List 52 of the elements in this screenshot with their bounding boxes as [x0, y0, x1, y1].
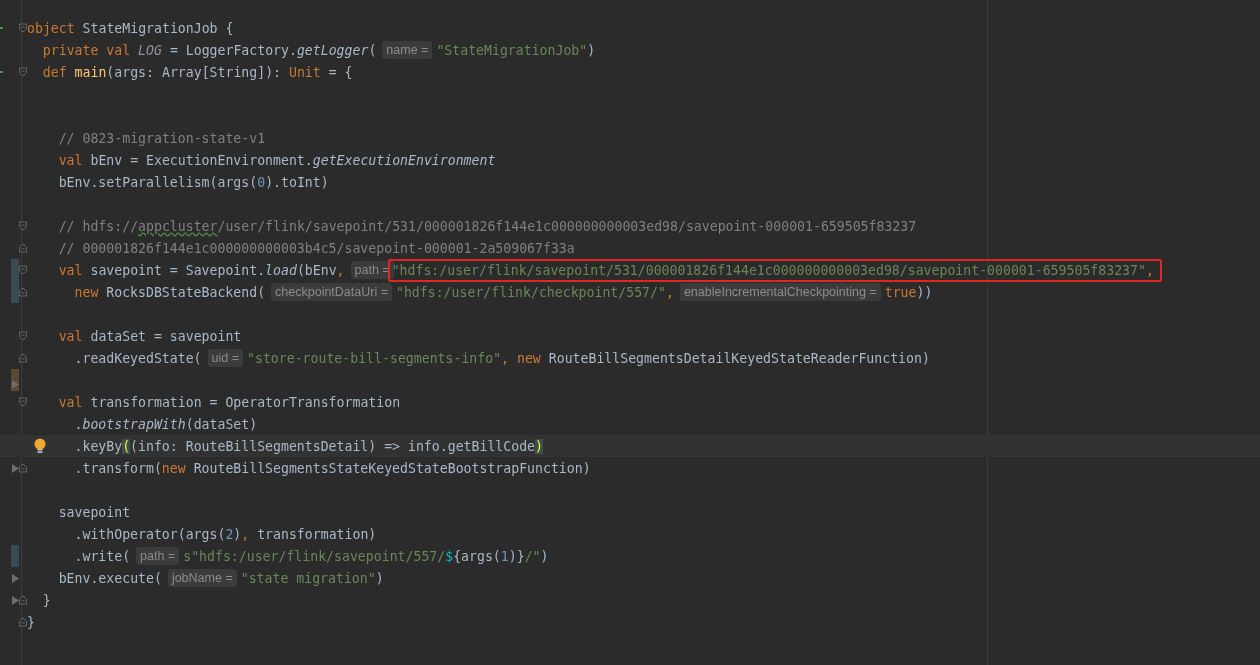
- code-text: private val LOG = LoggerFactory.getLogger(: [42, 42, 377, 58]
- code-text: val transformation = OperatorTransformation: [58, 394, 401, 410]
- code-text: new RocksDBStateBackend(: [74, 284, 266, 300]
- code-text: val savepoint = Savepoint.load(bEnv,: [58, 262, 345, 278]
- fold-icon[interactable]: [19, 397, 27, 407]
- fold-end-icon[interactable]: [19, 617, 27, 627]
- code-text: bEnv.execute(: [58, 570, 162, 586]
- code-text: s"hdfs:/user/flink/savepoint/557/${args(1)}/"): [183, 548, 549, 564]
- fold-icon[interactable]: [19, 23, 27, 33]
- code-text: }: [27, 614, 35, 630]
- code-text: .withOperator(args(2), transformation): [74, 526, 377, 542]
- code-text: .bootstrapWith(dataSet): [74, 416, 258, 432]
- triangle-icon[interactable]: [11, 463, 19, 473]
- code-text: savepoint: [58, 504, 131, 520]
- code-text: "store-route-bill-segments-info", new RouteBillSegmentsDetailKeyedStateReaderFunction): [247, 350, 930, 366]
- parameter-hint: name =: [382, 41, 433, 59]
- code-text: // 0823-migration-state-v1: [58, 130, 266, 146]
- parameter-hint: jobName =: [167, 569, 237, 587]
- parameter-hint: path =: [136, 547, 180, 565]
- fold-icon[interactable]: [19, 67, 27, 77]
- fold-icon[interactable]: [19, 331, 27, 341]
- code-text: .write(: [74, 548, 131, 564]
- code-text: .keyBy((info: RouteBillSegmentsDetail) => info.getBillCode): [74, 438, 543, 454]
- code-text: true)): [884, 284, 933, 300]
- fold-end-icon[interactable]: [19, 287, 27, 297]
- parameter-hint: checkpointDataUri =: [271, 283, 392, 301]
- code-text: object StateMigrationJob {: [27, 20, 234, 36]
- code-text: def main(args: Array[String]): Unit = {: [42, 64, 353, 80]
- code-text: "hdfs:/user/flink/savepoint/531/000001826f144e1c000000000003ed98/savepoint-000001-659505f83237",: [391, 262, 1154, 278]
- code-text: "StateMigrationJob"): [436, 42, 596, 58]
- code-text: }: [42, 592, 51, 608]
- triangle-icon[interactable]: [12, 380, 19, 389]
- triangle-icon[interactable]: [11, 573, 19, 583]
- code-text: .readKeyedState(: [74, 350, 202, 366]
- code-text: .transform(new RouteBillSegmentsStateKeyedStateBootstrapFunction): [74, 460, 591, 476]
- code-text: bEnv.setParallelism(args(0).toInt): [58, 174, 329, 190]
- fold-end-icon[interactable]: [19, 353, 27, 363]
- code-text: // hdfs://appcluster/user/flink/savepoint/531/000001826f144e1c000000000003ed98/savepoint-000001-659505f83237: [58, 218, 917, 234]
- parameter-hint: uid =: [207, 349, 244, 367]
- code-text: val bEnv = ExecutionEnvironment.getExecutionEnvironment: [58, 152, 496, 168]
- code-text: "hdfs:/user/flink/checkpoint/557/",: [396, 284, 674, 300]
- code-text: "state migration"): [240, 570, 384, 586]
- parameter-hint: enableIncrementalCheckpointing =: [679, 283, 881, 301]
- triangle-icon[interactable]: [11, 595, 19, 605]
- fold-end-icon[interactable]: [19, 243, 27, 253]
- fold-icon[interactable]: [19, 265, 27, 275]
- code-text: val dataSet = savepoint: [58, 328, 242, 344]
- fold-icon[interactable]: [19, 221, 27, 231]
- fold-end-icon[interactable]: [19, 595, 27, 605]
- lightbulb-icon[interactable]: [34, 438, 46, 454]
- code-text: // 000001826f144e1c000000000003b4c5/savepoint-000001-2a509067f33a: [58, 240, 575, 256]
- fold-end-icon[interactable]: [19, 463, 27, 473]
